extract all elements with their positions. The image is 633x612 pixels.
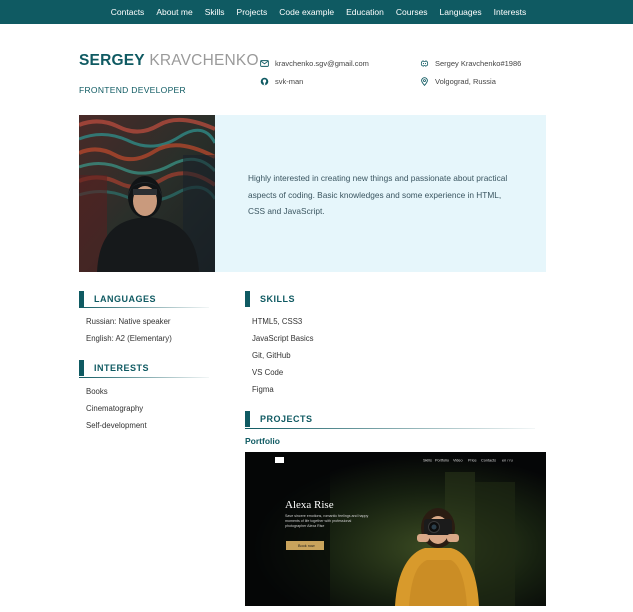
discord-icon [420, 60, 429, 67]
name-heading: SERGEY KRAVCHENKO [79, 52, 259, 70]
section-marker [79, 360, 84, 376]
nav-item-contacts[interactable]: Contacts [105, 7, 151, 17]
skills-heading: SKILLS [260, 294, 296, 304]
projects-rule [245, 428, 535, 429]
skills-section-title: SKILLS [245, 291, 295, 307]
preview-nav-video: Video [453, 459, 463, 463]
contact-github-text: svk-man [275, 77, 304, 86]
last-name: KRAVCHENKO [149, 52, 259, 69]
about-text: Highly interested in creating new things… [248, 173, 508, 216]
interests-rule [79, 377, 209, 378]
location-pin-icon [421, 77, 428, 86]
contact-discord[interactable]: Sergey Kravchenko#1986 [420, 59, 521, 68]
nav-item-courses[interactable]: Courses [390, 7, 434, 17]
preview-nav-skills: Skills [423, 459, 432, 463]
contact-location-text: Volgograd, Russia [435, 77, 496, 86]
preview-nav-portfolio: Portfolio [435, 459, 449, 463]
contact-discord-text: Sergey Kravchenko#1986 [435, 59, 522, 68]
preview-description: Save sincere emotions, romantic feelings… [285, 514, 369, 528]
interests-heading: INTERESTS [94, 363, 150, 373]
preview-heading: Alexa Rise [285, 499, 334, 511]
list-item: VS Code [252, 368, 284, 377]
list-item: JavaScript Basics [252, 334, 314, 343]
camera-logo-icon [275, 457, 284, 463]
contact-email[interactable]: kravchenko.sgv@gmail.com [260, 59, 369, 68]
portfolio-link[interactable]: Portfolio [245, 436, 280, 446]
list-item: Russian: Native speaker [86, 317, 171, 326]
top-nav: Contacts About me Skills Projects Code e… [0, 0, 633, 24]
contact-email-text: kravchenko.sgv@gmail.com [275, 59, 369, 68]
nav-item-projects[interactable]: Projects [231, 7, 274, 17]
projects-section-title: PROJECTS [245, 411, 313, 427]
list-item: Git, GitHub [252, 351, 291, 360]
projects-heading: PROJECTS [260, 414, 313, 424]
contact-location: Volgograd, Russia [420, 77, 496, 86]
nav-item-interests[interactable]: Interests [488, 7, 533, 17]
languages-section-title: LANGUAGES [79, 291, 156, 307]
nav-item-about-me[interactable]: About me [150, 7, 198, 17]
github-icon [260, 77, 269, 86]
languages-rule [79, 307, 209, 308]
mail-icon [260, 60, 269, 67]
skills-list: HTML5, CSS3 JavaScript Basics Git, GitHu… [252, 313, 314, 398]
about-section: Highly interested in creating new things… [79, 115, 546, 272]
list-item: Figma [252, 385, 274, 394]
preview-nav-price: Price [468, 459, 477, 463]
first-name: SERGEY [79, 52, 145, 69]
section-marker [79, 291, 84, 307]
nav-item-code-example[interactable]: Code example [273, 7, 340, 17]
preview-nav-contacts: Contacts [481, 459, 496, 463]
nav-item-education[interactable]: Education [340, 7, 390, 17]
list-item: Cinematography [86, 404, 144, 413]
contact-github[interactable]: svk-man [260, 77, 303, 86]
list-item: Self-development [86, 421, 147, 430]
role-title: FRONTEND DEVELOPER [79, 85, 186, 95]
section-marker [245, 411, 250, 427]
list-item: Books [86, 387, 108, 396]
section-marker [245, 291, 250, 307]
languages-heading: LANGUAGES [94, 294, 157, 304]
nav-item-skills[interactable]: Skills [199, 7, 231, 17]
portfolio-preview-image[interactable]: Skills Portfolio Video Price Contacts en… [245, 452, 546, 606]
languages-list: Russian: Native speaker English: A2 (Ele… [86, 313, 172, 347]
list-item: HTML5, CSS3 [252, 317, 303, 326]
interests-list: Books Cinematography Self-development [86, 383, 147, 434]
preview-nav-lang: en / ru [502, 459, 513, 463]
preview-book-button: Book now [298, 544, 315, 548]
interests-section-title: INTERESTS [79, 360, 149, 376]
nav-item-languages[interactable]: Languages [434, 7, 488, 17]
profile-photo [79, 115, 215, 272]
list-item: English: A2 (Elementary) [86, 334, 172, 343]
